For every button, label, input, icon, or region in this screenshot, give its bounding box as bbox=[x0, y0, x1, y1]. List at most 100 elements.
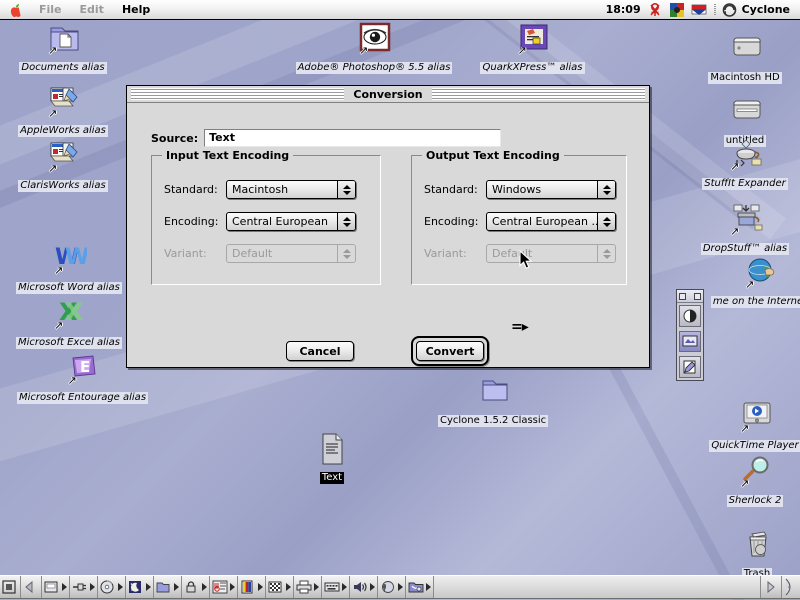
input-variant-value: Default bbox=[232, 247, 273, 260]
cancel-button[interactable]: Cancel bbox=[286, 341, 354, 361]
control-strip-toggle[interactable] bbox=[0, 576, 21, 598]
control-strip-energy-saver[interactable] bbox=[70, 576, 98, 598]
control-strip-expand-arrow[interactable] bbox=[761, 576, 782, 598]
control-strip[interactable] bbox=[0, 574, 800, 600]
desktop-icon-adobe-photoshop-alias[interactable]: ↗ Adobe® Photoshop® 5.5 alias bbox=[294, 22, 454, 74]
svg-text:E: E bbox=[80, 358, 90, 376]
desktop-icon-home-on-the-internet[interactable]: ↗ me on the Internet bbox=[690, 256, 800, 308]
desktop-icon-microsoft-word-alias[interactable]: W W ↗ Microsoft Word alias bbox=[14, 242, 124, 294]
desktop-icon-sherlock-2[interactable]: ↗ Sherlock 2 bbox=[700, 455, 800, 507]
control-strip-sound-volume[interactable] bbox=[350, 576, 378, 598]
control-strip-keyboard[interactable] bbox=[322, 576, 350, 598]
printer-icon bbox=[296, 579, 312, 595]
desktop-icon-quarkxpress-alias[interactable]: ↗ QuarkXPress™ alias bbox=[475, 22, 590, 74]
keychain-icon[interactable] bbox=[646, 2, 664, 18]
dialog-title-bar[interactable]: Conversion bbox=[127, 86, 649, 103]
output-encoding-value: Central European ... bbox=[492, 215, 602, 228]
keyboard-icon bbox=[324, 579, 340, 595]
chevron-right-icon bbox=[62, 583, 67, 591]
alias-arrow-icon: ↗ bbox=[359, 44, 369, 57]
desktop-icon-text-file[interactable]: Text bbox=[277, 432, 387, 484]
palette-title-bar[interactable] bbox=[677, 290, 703, 303]
application-menu-label: Cyclone bbox=[741, 3, 790, 16]
palette-tool-contrast[interactable] bbox=[679, 305, 701, 327]
text-document-icon bbox=[316, 432, 348, 465]
input-text-encoding-group: Input Text Encoding Standard: Macintosh … bbox=[151, 149, 381, 285]
desktop-icon-microsoft-excel-alias[interactable]: X X ↗ Microsoft Excel alias bbox=[14, 297, 124, 349]
application-switcher-icon bbox=[722, 2, 736, 17]
dialog-title: Conversion bbox=[345, 87, 431, 101]
control-strip-resolution[interactable] bbox=[266, 576, 294, 598]
control-strip-sleep[interactable] bbox=[126, 576, 154, 598]
convert-button[interactable]: Convert bbox=[416, 341, 484, 361]
output-encoding-popup[interactable]: Central European ... bbox=[486, 212, 616, 231]
desktop-icon-stuffit-expander[interactable]: ↗ StuffIt Expander bbox=[690, 138, 800, 190]
control-strip-resize-grip[interactable] bbox=[782, 576, 800, 598]
collapse-box-icon[interactable] bbox=[679, 292, 686, 300]
menu-help[interactable]: Help bbox=[113, 0, 159, 19]
palette-tool-screen[interactable] bbox=[679, 330, 701, 353]
source-input[interactable]: Text bbox=[204, 129, 502, 147]
control-strip-file-sharing[interactable] bbox=[42, 576, 70, 598]
control-strip-printer[interactable] bbox=[294, 576, 322, 598]
input-encoding-popup[interactable]: Central European bbox=[226, 212, 356, 231]
alias-arrow-icon: ↗ bbox=[54, 319, 64, 332]
chevron-updown-icon bbox=[337, 181, 355, 198]
alias-arrow-icon: ↗ bbox=[730, 225, 740, 238]
desktop-icon-clarisworks-alias[interactable]: 4 ↗ ClarisWorks alias bbox=[8, 140, 118, 192]
desktop-icon-dropstuff-alias[interactable]: ↗ DropStuff™ alias bbox=[690, 203, 800, 255]
conversion-dialog[interactable]: Conversion Source: Text Input Text Encod… bbox=[126, 85, 650, 368]
desktop-icon-macintosh-hd[interactable]: Macintosh HD bbox=[690, 32, 800, 84]
alias-arrow-icon: ↗ bbox=[48, 107, 58, 120]
hard-disk-icon bbox=[729, 32, 761, 64]
control-strip-file-share-folder[interactable] bbox=[154, 576, 182, 598]
pencil-note-icon bbox=[683, 360, 696, 374]
speaker-icon bbox=[352, 579, 368, 595]
menu-edit[interactable]: Edit bbox=[71, 0, 113, 19]
output-standard-popup[interactable]: Windows bbox=[486, 180, 616, 199]
control-strip-security[interactable] bbox=[182, 576, 210, 598]
control-strip-monitor-colors[interactable] bbox=[238, 576, 266, 598]
source-label: Source: bbox=[151, 131, 199, 145]
desktop-icon-quicktime-player[interactable]: ↗ QuickTime Player bbox=[700, 400, 800, 452]
control-strip-collapse[interactable] bbox=[21, 576, 42, 598]
folder-share-icon bbox=[156, 579, 172, 595]
svg-text:W: W bbox=[65, 245, 87, 270]
menu-file[interactable]: File bbox=[30, 0, 71, 19]
conversion-direction-arrow: =▸ bbox=[511, 319, 529, 335]
desktop-icon-label: Documents alias bbox=[19, 62, 107, 74]
application-menu[interactable]: Cyclone bbox=[720, 2, 796, 17]
alias-arrow-icon: ↗ bbox=[67, 374, 77, 387]
menubar-clock[interactable]: 18:09 bbox=[600, 3, 644, 16]
zoom-box-icon[interactable] bbox=[694, 292, 701, 300]
output-encoding-row: Encoding: Central European ... bbox=[424, 212, 616, 231]
folder-document-icon: ↗ bbox=[47, 22, 79, 56]
input-standard-value: Macintosh bbox=[232, 183, 289, 196]
desktop-icon-trash[interactable]: Trash bbox=[702, 528, 800, 580]
input-variant-row: Variant: Default bbox=[164, 244, 356, 263]
control-strip-web-sharing[interactable] bbox=[210, 576, 238, 598]
output-standard-label: Standard: bbox=[424, 183, 478, 196]
control-strip-appletalk[interactable] bbox=[406, 576, 434, 598]
desktop-icon-label: Cyclone 1.5.2 Classic bbox=[438, 415, 549, 427]
control-strip-sound-source[interactable] bbox=[378, 576, 406, 598]
padlock-icon bbox=[184, 579, 200, 595]
desktop-icon-cyclone-folder[interactable]: Cyclone 1.5.2 Classic bbox=[438, 375, 549, 427]
input-group-title: Input Text Encoding bbox=[162, 149, 294, 162]
moon-sleep-icon bbox=[128, 579, 144, 595]
input-standard-label: Standard: bbox=[164, 183, 218, 196]
quarkxpress-icon: ↗ bbox=[517, 22, 549, 56]
title-stripes-left bbox=[131, 88, 344, 100]
desktop-icon-label: StuffIt Expander bbox=[702, 178, 788, 190]
applescript-icon[interactable] bbox=[668, 2, 686, 18]
control-strip-cd-audio[interactable] bbox=[98, 576, 126, 598]
desktop-icon-documents-alias[interactable]: ↗ Documents alias bbox=[8, 22, 118, 74]
desktop-icon-appleworks-alias[interactable]: 4 ↗ AppleWorks alias bbox=[8, 85, 118, 137]
contrast-circle-icon bbox=[683, 309, 697, 323]
floating-palette[interactable] bbox=[676, 289, 704, 381]
desktop-icon-label: DropStuff™ alias bbox=[700, 243, 790, 255]
keyboard-flag-icon[interactable] bbox=[690, 2, 708, 18]
apple-menu-icon[interactable] bbox=[8, 2, 24, 18]
palette-tool-edit[interactable] bbox=[679, 356, 701, 379]
input-standard-popup[interactable]: Macintosh bbox=[226, 180, 356, 199]
